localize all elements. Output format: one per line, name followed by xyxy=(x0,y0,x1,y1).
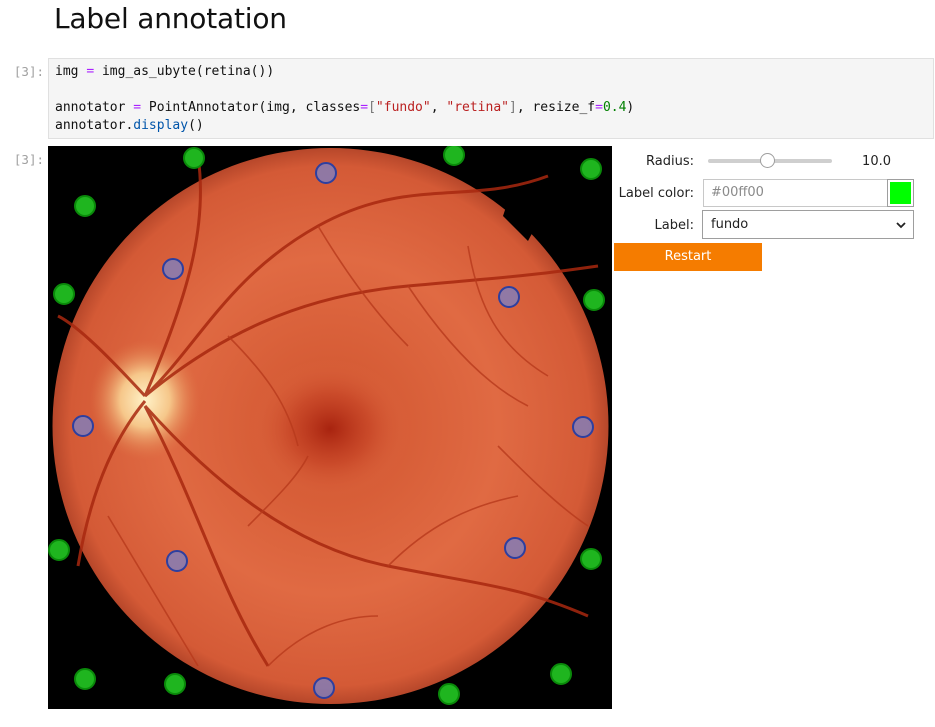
annotation-canvas[interactable] xyxy=(48,146,612,709)
fundo-point-marker[interactable] xyxy=(583,289,605,311)
retina-point-marker[interactable] xyxy=(504,537,526,559)
retina-image xyxy=(48,146,612,709)
radius-label: Radius: xyxy=(646,154,694,169)
code-token: [ xyxy=(368,100,376,115)
restart-button[interactable]: Restart xyxy=(614,243,762,271)
label-color-picker[interactable] xyxy=(887,179,914,207)
label-select-value: fundo xyxy=(711,217,749,232)
retina-point-marker[interactable] xyxy=(572,416,594,438)
retina-point-marker[interactable] xyxy=(313,677,335,699)
radius-value: 10.0 xyxy=(862,154,891,169)
notebook-heading: Label annotation xyxy=(54,2,287,35)
label-color-label: Label color: xyxy=(618,186,694,201)
code-token: , xyxy=(430,100,447,115)
fundo-point-marker[interactable] xyxy=(580,158,602,180)
code-token: 0.4 xyxy=(602,100,627,115)
fundo-point-marker[interactable] xyxy=(580,548,602,570)
code-token: annotator. xyxy=(55,118,134,133)
code-token: display xyxy=(133,118,189,133)
code-cell-editor[interactable]: img = img_as_ubyte(retina()) annotator =… xyxy=(48,58,934,139)
code-token: ] xyxy=(509,100,517,115)
fundo-point-marker[interactable] xyxy=(74,195,96,217)
color-swatch-fill xyxy=(890,182,911,204)
retina-point-marker[interactable] xyxy=(498,286,520,308)
code-token: , resize_f xyxy=(516,100,596,115)
retina-point-marker[interactable] xyxy=(166,550,188,572)
output-prompt: [3]: xyxy=(13,152,44,167)
code-token: img_as_ubyte(retina()) xyxy=(94,64,275,79)
fundo-point-marker[interactable] xyxy=(74,668,96,690)
label-select-label: Label: xyxy=(654,218,694,233)
retina-point-marker[interactable] xyxy=(72,415,94,437)
fundus xyxy=(52,148,609,704)
code-token: annotator xyxy=(55,100,134,115)
code-line-1: img = img_as_ubyte(retina()) xyxy=(55,64,274,79)
code-token: () xyxy=(188,118,204,133)
retina-point-marker[interactable] xyxy=(162,258,184,280)
radius-slider-handle[interactable] xyxy=(760,153,776,168)
label-select[interactable]: fundo xyxy=(702,210,914,239)
chevron-down-icon xyxy=(896,222,906,229)
input-prompt: [3]: xyxy=(13,64,44,79)
fundo-point-marker[interactable] xyxy=(48,539,70,561)
code-token: PointAnnotator(img, classes xyxy=(141,100,361,115)
code-token: = xyxy=(133,100,142,115)
code-line-4: annotator.display() xyxy=(55,118,204,133)
code-token: img xyxy=(55,64,87,79)
code-token: "fundo" xyxy=(375,100,431,115)
fundo-point-marker[interactable] xyxy=(164,673,186,695)
label-color-input[interactable]: #00ff00 xyxy=(703,179,889,207)
code-line-3: annotator = PointAnnotator(img, classes=… xyxy=(55,100,634,115)
code-token: "retina" xyxy=(446,100,509,115)
retina-point-marker[interactable] xyxy=(315,162,337,184)
fundo-point-marker[interactable] xyxy=(53,283,75,305)
fundo-point-marker[interactable] xyxy=(443,146,465,166)
code-token: = xyxy=(86,64,95,79)
fundo-point-marker[interactable] xyxy=(550,663,572,685)
fundo-point-marker[interactable] xyxy=(183,147,205,169)
code-token: = xyxy=(595,100,603,115)
fundo-point-marker[interactable] xyxy=(438,683,460,705)
code-token: = xyxy=(360,100,369,115)
annotator-controls: Radius: 10.0 Label color: #00ff00 Label:… xyxy=(614,146,935,276)
code-token: ) xyxy=(626,100,635,115)
